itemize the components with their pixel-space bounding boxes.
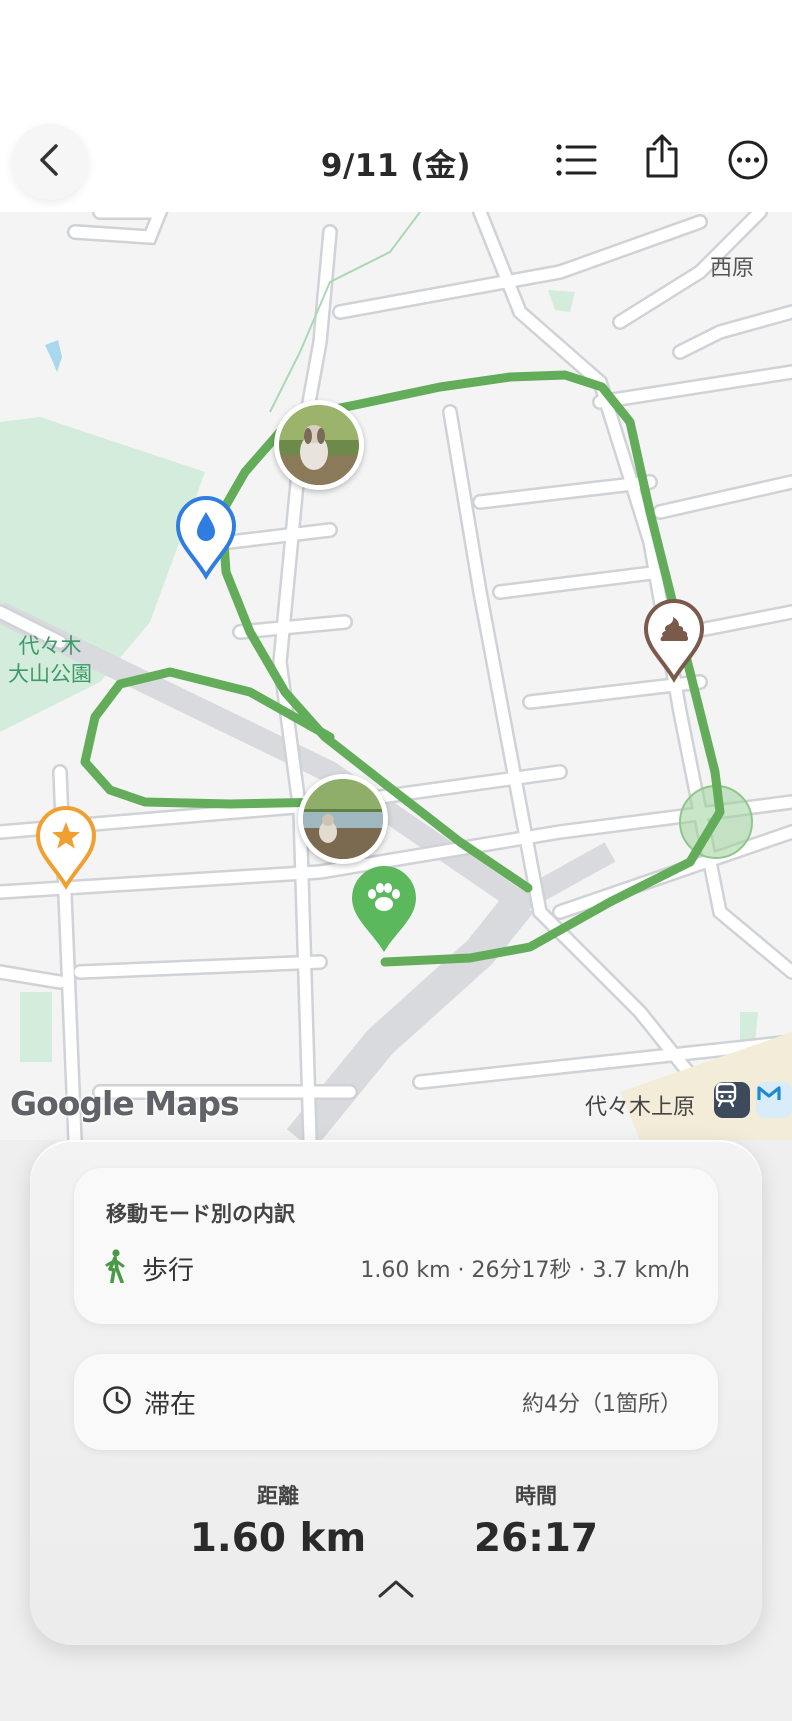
list-icon <box>555 143 597 181</box>
water-marker[interactable] <box>174 494 238 580</box>
stay-row: 滞在 約4分（1箇所） <box>102 1382 682 1422</box>
water-drop-icon <box>175 496 237 580</box>
paw-icon <box>352 866 416 952</box>
walking-icon <box>102 1249 128 1287</box>
time-value: 26:17 <box>473 1516 599 1561</box>
map-label-park: 代々木 大山公園 <box>8 634 92 686</box>
google-maps-logo: Google Maps <box>10 1084 240 1123</box>
star-icon <box>35 806 97 890</box>
time-summary: 時間 26:17 <box>426 1480 646 1561</box>
map-label-station: 代々木上原 <box>585 1095 696 1120</box>
stay-label: 滞在 <box>144 1389 197 1420</box>
poop-marker[interactable] <box>642 597 706 683</box>
map-label-nishihara: 西原 <box>710 256 755 281</box>
header: 9/11 (金) <box>0 0 792 212</box>
metro-icon <box>756 1082 792 1118</box>
more-button[interactable] <box>724 138 772 186</box>
distance-summary: 距離 1.60 km <box>168 1480 388 1561</box>
share-icon <box>643 133 681 183</box>
screen: 9/11 (金) 西原 代々木 大山公園 Google Maps 代々木上原 移… <box>0 0 792 1721</box>
summary-sheet[interactable]: 移動モード別の内訳 歩行 1.60 km · 26分17秒 · 3.7 km/h <box>30 1140 762 1645</box>
star-marker[interactable] <box>34 804 98 890</box>
walking-row: 歩行 1.60 km · 26分17秒 · 3.7 km/h <box>102 1248 690 1288</box>
distance-value: 1.60 km <box>189 1516 367 1561</box>
map-view[interactable]: 西原 代々木 大山公園 Google Maps 代々木上原 <box>0 212 792 1140</box>
stay-value: 約4分（1箇所） <box>522 1392 682 1417</box>
time-label: 時間 <box>515 1484 557 1508</box>
breakdown-heading: 移動モード別の内訳 <box>106 1202 295 1226</box>
list-button[interactable] <box>552 138 600 186</box>
train-icon <box>714 1082 750 1118</box>
mode-label: 歩行 <box>142 1255 195 1286</box>
dog-photo-icon <box>303 779 383 859</box>
photo-marker-1[interactable] <box>274 400 364 490</box>
photo-marker-2[interactable] <box>298 774 388 864</box>
distance-label: 距離 <box>257 1484 299 1508</box>
clock-icon <box>102 1385 132 1419</box>
more-icon <box>727 139 769 185</box>
stay-card[interactable]: 滞在 約4分（1箇所） <box>74 1354 718 1450</box>
chevron-up-icon <box>374 1580 418 1604</box>
poop-icon <box>643 599 705 683</box>
dog-photo-icon <box>279 405 359 485</box>
start-marker[interactable] <box>350 864 418 954</box>
share-button[interactable] <box>638 134 686 182</box>
expand-button[interactable] <box>374 1576 418 1600</box>
mode-stats: 1.60 km · 26分17秒 · 3.7 km/h <box>360 1258 690 1283</box>
mode-breakdown-card[interactable]: 移動モード別の内訳 歩行 1.60 km · 26分17秒 · 3.7 km/h <box>74 1168 718 1324</box>
